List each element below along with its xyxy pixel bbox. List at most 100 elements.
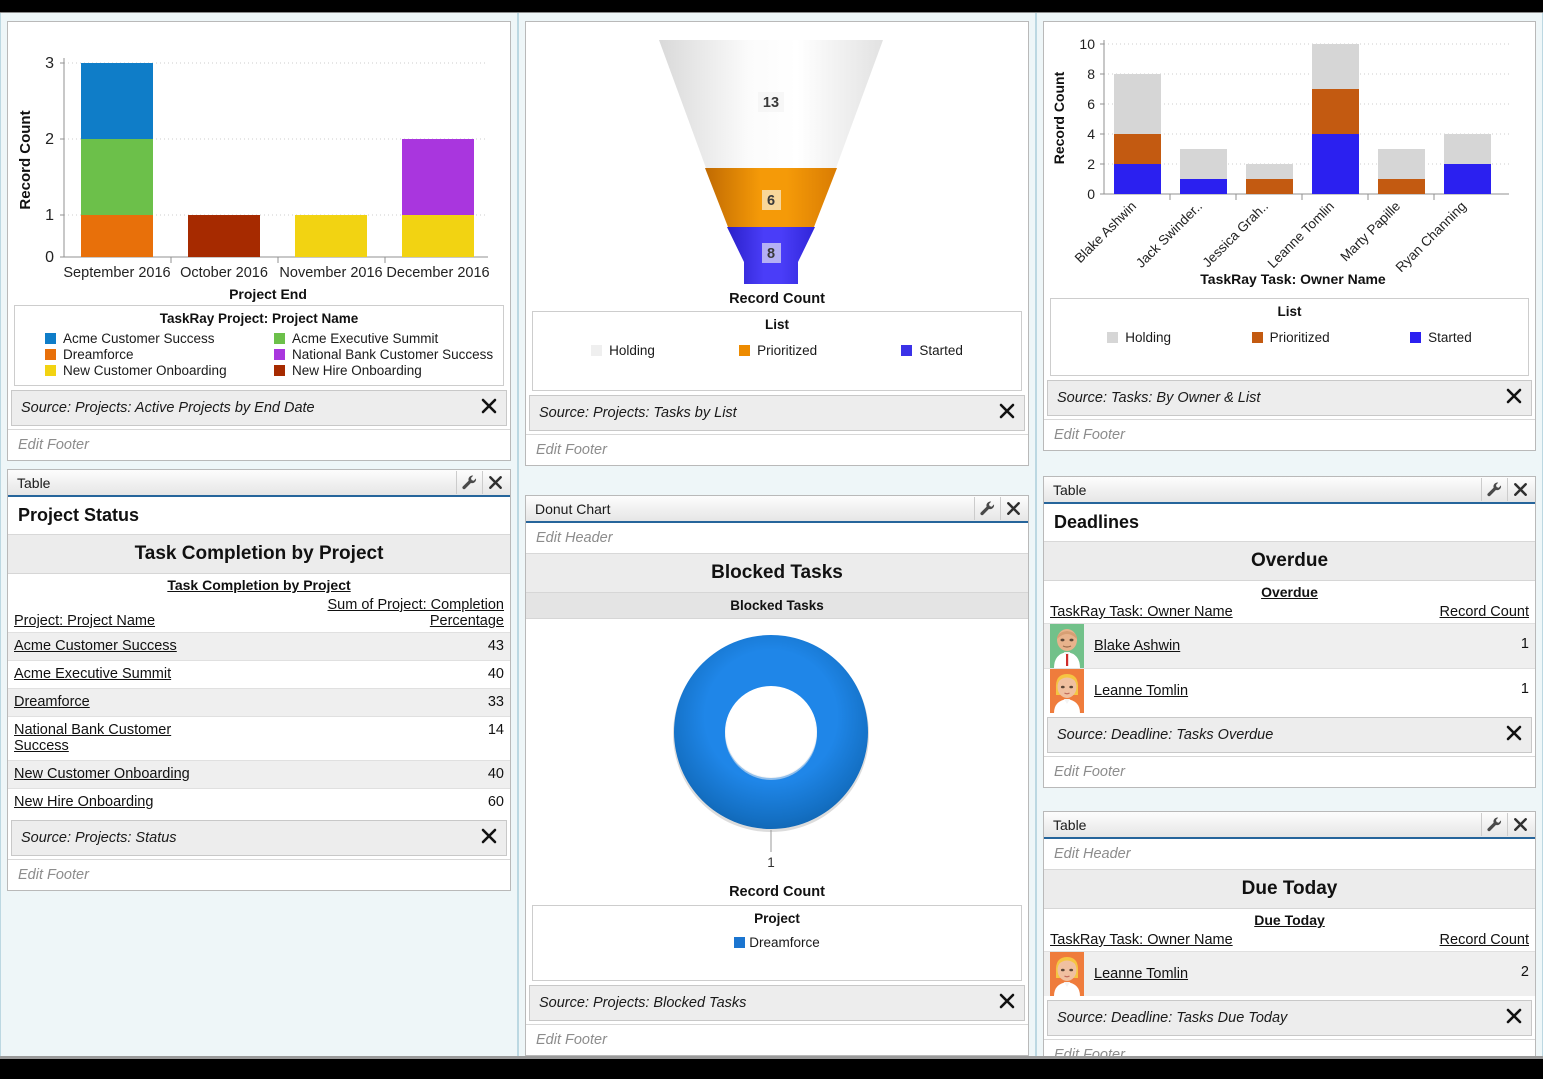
close-icon[interactable] xyxy=(1000,497,1026,520)
legend-label: Started xyxy=(1428,330,1472,345)
svg-text:Marty Papille: Marty Papille xyxy=(1337,199,1403,265)
source-bar: Source: Deadline: Tasks Overdue xyxy=(1047,717,1532,753)
source-bar: Source: Tasks: By Owner & List xyxy=(1047,380,1532,416)
table-row: Blake Ashwin 1 xyxy=(1044,623,1535,669)
cell-project-name: Dreamforce xyxy=(8,688,315,717)
svg-text:8: 8 xyxy=(1087,66,1095,82)
legend-item[interactable]: Prioritized xyxy=(739,343,817,358)
cell-value: 43 xyxy=(315,632,510,661)
cell-value: 1 xyxy=(1395,623,1535,669)
svg-text:September 2016: September 2016 xyxy=(63,265,170,281)
close-icon[interactable] xyxy=(1505,1007,1523,1029)
project-link[interactable]: New Customer Onboarding xyxy=(14,766,190,782)
project-link[interactable]: National Bank Customer Success xyxy=(14,722,189,754)
close-icon[interactable] xyxy=(480,397,498,419)
legend-label: New Customer Onboarding xyxy=(63,363,227,378)
footer-edit-placeholder[interactable]: Edit Footer xyxy=(1044,756,1535,787)
project-link[interactable]: Acme Customer Success xyxy=(14,638,177,654)
panel-header: Donut Chart xyxy=(526,496,1028,523)
close-icon[interactable] xyxy=(1507,478,1533,501)
close-icon[interactable] xyxy=(998,402,1016,424)
svg-text:Jack Swinder..: Jack Swinder.. xyxy=(1133,199,1205,271)
component-deadlines-due-today-table: Table Edit Header Due Today Due Today Ta… xyxy=(1043,811,1536,1056)
wrench-icon[interactable] xyxy=(1481,478,1507,501)
owner-link[interactable]: Blake Ashwin xyxy=(1094,638,1180,654)
legend-label: New Hire Onboarding xyxy=(292,363,422,378)
legend-item[interactable]: New Hire Onboarding xyxy=(274,363,499,378)
legend-swatch-dreamforce xyxy=(734,937,746,948)
owner-link[interactable]: Leanne Tomlin xyxy=(1094,966,1188,982)
footer-edit-placeholder[interactable]: Edit Footer xyxy=(526,434,1028,465)
svg-text:October 2016: October 2016 xyxy=(180,265,268,281)
component-header: Deadlines xyxy=(1044,504,1535,542)
wrench-icon[interactable] xyxy=(974,497,1000,520)
legend-swatch-national-bank-customer-success xyxy=(274,349,285,360)
footer-edit-placeholder[interactable]: Edit Footer xyxy=(8,859,510,890)
wrench-icon[interactable] xyxy=(1481,813,1507,836)
component-deadlines-overdue-table: Table Deadlines Overdue Overdue TaskRay … xyxy=(1043,476,1536,788)
legend-item[interactable]: New Customer Onboarding xyxy=(45,363,270,378)
column-header-completion-percentage[interactable]: Sum of Project: Completion Percentage xyxy=(315,595,510,633)
close-icon[interactable] xyxy=(480,827,498,849)
report-group-title: Overdue xyxy=(1261,584,1318,600)
legend-item[interactable]: Prioritized xyxy=(1251,330,1330,345)
cell-value: 14 xyxy=(315,716,510,761)
footer-edit-placeholder[interactable]: Edit Footer xyxy=(526,1024,1028,1055)
legend-item[interactable]: Started xyxy=(901,343,963,358)
legend-swatch-started xyxy=(1410,332,1422,343)
wrench-icon[interactable] xyxy=(456,471,482,494)
column-header-record-count[interactable]: Record Count xyxy=(1395,930,1535,952)
project-link[interactable]: Acme Executive Summit xyxy=(14,666,171,682)
source-text: Source: Projects: Status xyxy=(21,830,177,846)
owner-link[interactable]: Leanne Tomlin xyxy=(1094,683,1188,699)
cell-owner: Leanne Tomlin xyxy=(1044,951,1395,996)
project-link[interactable]: Dreamforce xyxy=(14,694,90,710)
legend-swatch-acme-executive-summit xyxy=(274,333,285,344)
footer-edit-placeholder[interactable]: Edit Footer xyxy=(8,429,510,460)
svg-text:10: 10 xyxy=(1079,36,1095,52)
svg-text:TaskRay Task: Owner Name: TaskRay Task: Owner Name xyxy=(1200,271,1386,287)
donut-chart-blocked-tasks: 1 Record Count xyxy=(526,619,1028,900)
legend-item[interactable]: National Bank Customer Success xyxy=(274,347,499,362)
header-edit-placeholder[interactable]: Edit Header xyxy=(526,523,1028,554)
legend-item[interactable]: Acme Customer Success xyxy=(45,331,270,346)
close-icon[interactable] xyxy=(1505,387,1523,409)
project-link[interactable]: New Hire Onboarding xyxy=(14,794,153,810)
panel-title: Table xyxy=(1053,816,1087,833)
legend-item[interactable]: Holding xyxy=(1107,330,1171,345)
legend-item[interactable]: Dreamforce xyxy=(45,347,270,362)
close-icon[interactable] xyxy=(482,471,508,494)
close-icon[interactable] xyxy=(1507,813,1533,836)
dashboard-columns: 3 2 1 0 Record Count September 2016 Octo… xyxy=(0,13,1543,1056)
cell-project-name: New Customer Onboarding xyxy=(8,760,315,789)
source-text: Source: Projects: Tasks by List xyxy=(539,405,737,421)
close-icon[interactable] xyxy=(998,992,1016,1014)
report-title: Due Today xyxy=(1044,870,1535,909)
bar-chart-xlabel: Project End xyxy=(229,286,307,302)
footer-edit-placeholder[interactable]: Edit Footer xyxy=(1044,419,1535,450)
cell-value: 40 xyxy=(315,660,510,689)
column-header-owner-name[interactable]: TaskRay Task: Owner Name xyxy=(1044,602,1395,624)
close-icon[interactable] xyxy=(1505,724,1523,746)
legend-item[interactable]: Holding xyxy=(591,343,655,358)
legend-label: Dreamforce xyxy=(63,347,134,362)
column-header-owner-name[interactable]: TaskRay Task: Owner Name xyxy=(1044,930,1395,952)
legend-swatch-prioritized xyxy=(739,345,751,356)
legend-item[interactable]: Acme Executive Summit xyxy=(274,331,499,346)
bar-chart-owner-svg: 10 8 6 4 2 0 Record Count Blake Ashwin J… xyxy=(1051,36,1509,287)
footer-edit-placeholder[interactable]: Edit Footer xyxy=(1044,1039,1535,1056)
cell-value: 1 xyxy=(1395,668,1535,713)
legend-item[interactable]: Started xyxy=(1410,330,1472,345)
legend-label: Started xyxy=(919,343,963,358)
svg-text:November 2016: November 2016 xyxy=(279,265,382,281)
header-edit-placeholder[interactable]: Edit Header xyxy=(1044,839,1535,870)
cell-owner: Blake Ashwin xyxy=(1044,623,1395,669)
svg-text:6: 6 xyxy=(1087,96,1095,112)
source-text: Source: Deadline: Tasks Due Today xyxy=(1057,1010,1288,1026)
source-text: Source: Projects: Blocked Tasks xyxy=(539,995,747,1011)
column-header-project-name[interactable]: Project: Project Name xyxy=(8,595,315,633)
column-header-record-count[interactable]: Record Count xyxy=(1395,602,1535,624)
report-group-title: Due Today xyxy=(1254,912,1325,928)
svg-text:2: 2 xyxy=(45,131,54,148)
legend-item[interactable]: Dreamforce xyxy=(734,935,820,950)
